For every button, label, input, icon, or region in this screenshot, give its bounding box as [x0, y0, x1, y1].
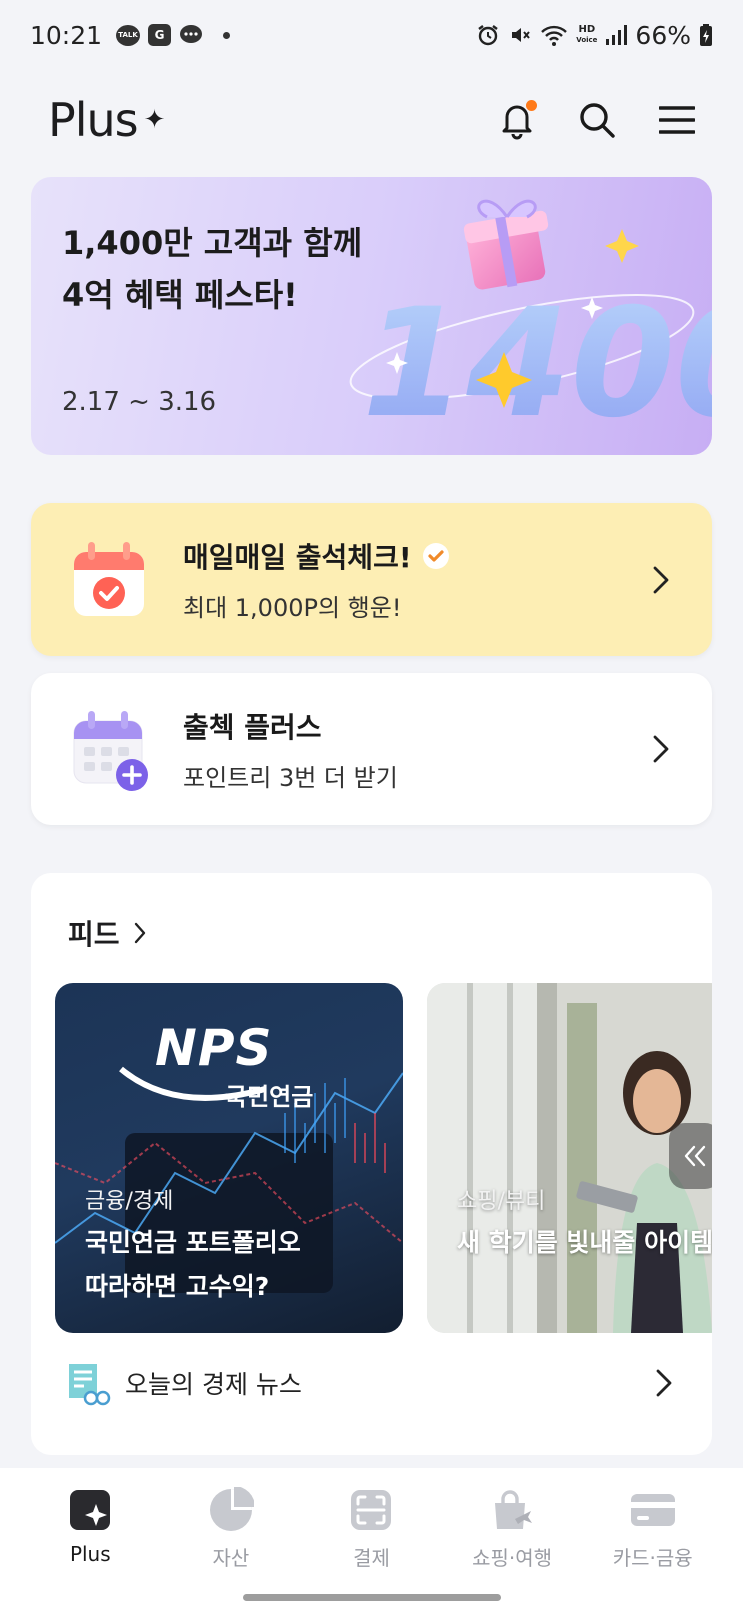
app-screen: 10:21 TALK G HD Voice 66% Plus ✦ 1,400만 …: [0, 0, 743, 1610]
app-notification-icon: G: [148, 24, 172, 46]
new-notification-badge: [526, 100, 537, 111]
nav-label: Plus: [69, 1542, 111, 1566]
logo-text: Plus: [48, 93, 139, 147]
banner-1400-gift-illustration: 1400: [349, 199, 712, 451]
economy-news-link[interactable]: 오늘의 경제 뉴스: [31, 1343, 712, 1423]
chevron-right-icon: [650, 565, 672, 595]
status-bar: 10:21 TALK G HD Voice 66%: [0, 0, 743, 70]
alarm-icon: [476, 23, 500, 47]
kakaotalk-notification-icon: TALK: [116, 24, 141, 46]
feed-carousel[interactable]: NPS 국민연금 금융/경제 국민연금 포트폴리오 따라하면 고수익? 쇼핑/뷰…: [55, 983, 712, 1333]
nav-label: 쇼핑·여행: [472, 1546, 553, 1570]
nav-label: 자산: [212, 1546, 250, 1570]
chevron-right-icon: [134, 922, 145, 944]
feed-card[interactable]: 쇼핑/뷰티 새 학기를 빛내줄 아이템: [427, 983, 712, 1333]
search-icon: [580, 103, 615, 138]
feed-header-link[interactable]: 피드: [68, 913, 146, 953]
promo-banner[interactable]: 1,400만 고객과 함께 4억 혜택 페스타! 2.17 ~ 3.16 140…: [31, 177, 712, 455]
bottom-navigation: Plus 자산 결제 쇼핑·여행 카드·금융: [0, 1468, 743, 1610]
nav-label: 카드·금융: [612, 1546, 693, 1570]
app-header: Plus ✦: [0, 70, 743, 170]
plus-card-title: 출첵 플러스: [183, 710, 322, 744]
chevron-right-icon: [650, 734, 672, 764]
pie-chart-icon: [207, 1486, 255, 1534]
calendar-plus-icon: [71, 709, 148, 791]
battery-icon: [699, 23, 713, 47]
card-icon: [629, 1486, 677, 1534]
plus-card-subtitle: 포인트리 3번 더 받기: [183, 763, 398, 792]
menu-button[interactable]: [657, 100, 697, 140]
nav-assets[interactable]: 자산: [171, 1486, 291, 1610]
attendance-plus-card[interactable]: 출첵 플러스 포인트리 3번 더 받기: [31, 673, 712, 825]
nps-logo-text: NPS: [155, 1019, 273, 1077]
feed-title: 피드: [68, 918, 120, 951]
plus-logo[interactable]: Plus ✦: [48, 93, 166, 147]
battery-percent: 66%: [635, 20, 691, 50]
nav-label: 결제: [353, 1546, 390, 1570]
scan-pay-icon: [347, 1486, 395, 1534]
double-chevron-left-icon: [684, 1145, 706, 1167]
banner-date: 2.17 ~ 3.16: [62, 387, 217, 417]
feed-section: 피드 NPS 국민연금 금융/경제 국민연금 포트폴리오 따라하면 고수익? 쇼…: [31, 873, 712, 1455]
feed-card-title: 국민연금 포트폴리오 따라하면 고수익?: [85, 1228, 301, 1301]
feed-card-title: 새 학기를 빛내줄 아이템: [457, 1228, 712, 1257]
signal-icon: [605, 24, 628, 46]
chevron-right-icon: [656, 1369, 672, 1397]
nps-logo-subtext: 국민연금: [225, 1083, 314, 1111]
hamburger-menu-icon: [659, 106, 695, 134]
more-notifications-dot-icon: [223, 31, 231, 39]
mute-icon: [508, 23, 532, 47]
hd-voice-icon: HD Voice: [576, 24, 598, 45]
status-time: 10:21: [30, 20, 103, 50]
nps-logo: NPS 국민연금: [115, 1019, 313, 1111]
feed-card[interactable]: NPS 국민연금 금융/경제 국민연금 포트폴리오 따라하면 고수익?: [55, 983, 403, 1333]
chat-notification-icon: [179, 24, 203, 46]
search-button[interactable]: [577, 100, 617, 140]
nav-plus[interactable]: Plus: [30, 1486, 150, 1610]
notification-bell-button[interactable]: [497, 100, 537, 140]
shopping-travel-icon: [488, 1486, 536, 1534]
news-reader-icon: [69, 1364, 111, 1406]
banner-title: 1,400만 고객과 함께 4억 혜택 페스타!: [62, 224, 363, 314]
svg-text:1400: 1400: [362, 277, 712, 451]
home-indicator-bar[interactable]: [243, 1594, 501, 1601]
attendance-check-card[interactable]: 매일매일 출석체크! 최대 1,000P의 행운!: [31, 503, 712, 656]
scroll-back-button[interactable]: [669, 1123, 712, 1189]
feed-card-category: 금융/경제: [85, 1189, 174, 1214]
nav-payment[interactable]: 결제: [311, 1486, 431, 1610]
calendar-check-icon: [71, 540, 147, 620]
wifi-icon: [540, 23, 568, 47]
verified-check-icon: [422, 543, 449, 569]
sparkle-icon: ✦: [143, 105, 166, 135]
attendance-subtitle: 최대 1,000P의 행운!: [183, 594, 402, 622]
nav-card-finance[interactable]: 카드·금융: [593, 1486, 713, 1610]
news-label: 오늘의 경제 뉴스: [125, 1370, 302, 1399]
attendance-title: 매일매일 출석체크!: [183, 541, 412, 574]
plus-sparkle-icon: [66, 1486, 114, 1534]
nav-shopping-travel[interactable]: 쇼핑·여행: [452, 1486, 572, 1610]
feed-card-category: 쇼핑/뷰티: [457, 1189, 546, 1214]
